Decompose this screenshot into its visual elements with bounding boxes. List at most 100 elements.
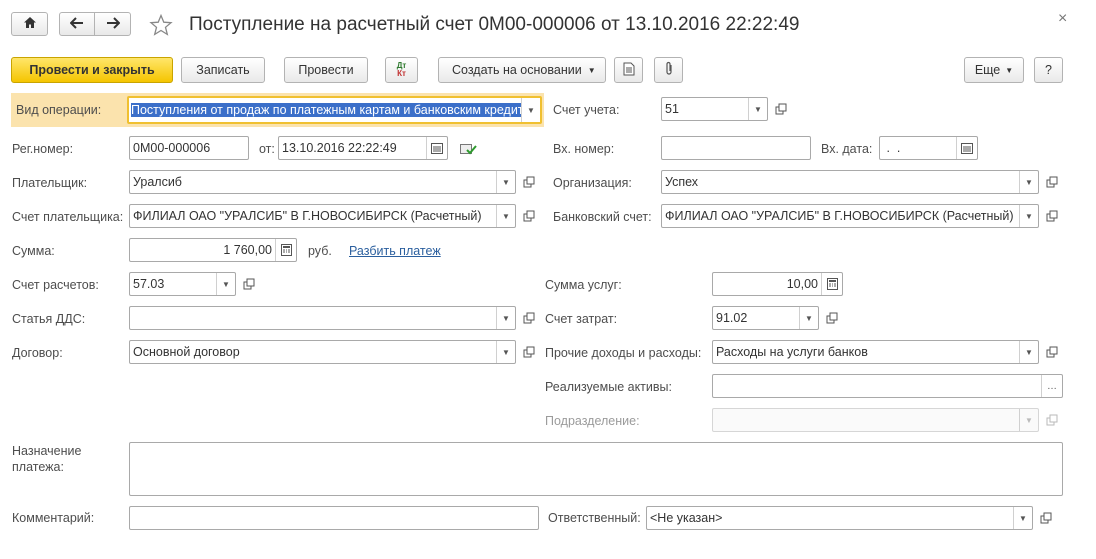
other-income-field[interactable]: Расходы на услуги банков ▼ [712, 340, 1039, 364]
responsible-value: <Не указан> [650, 511, 723, 525]
responsible-field[interactable]: <Не указан> ▼ [646, 506, 1033, 530]
open-icon[interactable] [1043, 207, 1061, 225]
create-based-on-button[interactable]: Создать на основании ▼ [438, 57, 606, 83]
calendar-icon[interactable] [956, 137, 977, 159]
account-value: 51 [665, 102, 679, 116]
home-button[interactable] [11, 12, 48, 36]
open-icon[interactable] [1043, 343, 1061, 361]
date-check-icon[interactable] [459, 140, 477, 158]
organization-field[interactable]: Успех ▼ [661, 170, 1039, 194]
in-number-field[interactable] [661, 136, 811, 160]
reg-number-value: 0М00-000006 [133, 141, 211, 155]
operation-type-label: Вид операции: [16, 103, 102, 117]
settlement-account-value: 57.03 [133, 277, 165, 291]
chevron-down-icon: ▼ [1005, 65, 1014, 75]
reg-date-field[interactable]: 13.10.2016 22:22:49 [278, 136, 448, 160]
purpose-textarea[interactable] [129, 442, 1063, 496]
open-icon[interactable] [520, 343, 538, 361]
expense-account-label: Счет затрат: [545, 312, 618, 326]
back-button[interactable] [59, 12, 95, 36]
bank-account-field[interactable]: ФИЛИАЛ ОАО "УРАЛСИБ" В Г.НОВОСИБИРСК (Ра… [661, 204, 1039, 228]
paperclip-icon [664, 61, 674, 79]
contract-label: Договор: [12, 346, 63, 360]
payer-field[interactable]: Уралсиб ▼ [129, 170, 516, 194]
account-field[interactable]: 51 ▼ [661, 97, 768, 121]
payer-account-value: ФИЛИАЛ ОАО "УРАЛСИБ" В Г.НОВОСИБИРСК (Ра… [133, 209, 482, 223]
amount-field[interactable]: 1 760,00 [129, 238, 297, 262]
calendar-icon[interactable] [426, 137, 447, 159]
open-icon[interactable] [1037, 509, 1055, 527]
chevron-down-icon[interactable]: ▼ [496, 205, 515, 227]
dt-kt-button[interactable]: Дт Кт [385, 57, 418, 83]
services-amount-field[interactable]: 10,00 [712, 272, 843, 296]
chevron-down-icon[interactable]: ▼ [799, 307, 818, 329]
services-amount-label: Сумма услуг: [545, 278, 622, 292]
services-amount-value: 10,00 [786, 277, 818, 291]
open-icon[interactable] [823, 309, 841, 327]
other-income-label: Прочие доходы и расходы: [545, 346, 702, 360]
forward-button[interactable] [94, 12, 131, 36]
calculator-icon[interactable] [821, 273, 842, 295]
comment-field[interactable] [129, 506, 539, 530]
save-button[interactable]: Записать [181, 57, 265, 83]
currency-label: руб. [308, 244, 332, 258]
help-button[interactable]: ? [1034, 57, 1063, 83]
open-icon[interactable] [772, 100, 790, 118]
open-icon[interactable] [520, 173, 538, 191]
chevron-down-icon[interactable]: ▼ [521, 98, 540, 122]
chevron-down-icon[interactable]: ▼ [1019, 341, 1038, 363]
post-button[interactable]: Провести [284, 57, 368, 83]
chevron-down-icon[interactable]: ▼ [216, 273, 235, 295]
purpose-label-line2: платежа: [12, 460, 64, 474]
dt-kt-icon: Дт Кт [397, 62, 407, 78]
open-icon[interactable] [240, 275, 258, 293]
settlement-account-field[interactable]: 57.03 ▼ [129, 272, 236, 296]
home-icon [23, 16, 37, 32]
payer-account-label: Счет плательщика: [12, 210, 124, 224]
in-date-field[interactable]: . . [879, 136, 978, 160]
calculator-icon[interactable] [275, 239, 296, 261]
bank-account-value: ФИЛИАЛ ОАО "УРАЛСИБ" В Г.НОВОСИБИРСК (Ра… [665, 209, 1014, 223]
chevron-down-icon: ▼ [1019, 409, 1038, 431]
amount-label: Сумма: [12, 244, 55, 258]
arrow-right-icon [106, 16, 120, 32]
ellipsis-icon[interactable]: … [1041, 375, 1062, 397]
post-and-close-button[interactable]: Провести и закрыть [11, 57, 173, 83]
chevron-down-icon[interactable]: ▼ [496, 171, 515, 193]
open-icon[interactable] [1043, 173, 1061, 191]
payer-account-field[interactable]: ФИЛИАЛ ОАО "УРАЛСИБ" В Г.НОВОСИБИРСК (Ра… [129, 204, 516, 228]
expense-account-value: 91.02 [716, 311, 748, 325]
attach-button[interactable] [654, 57, 683, 83]
split-payment-link[interactable]: Разбить платеж [349, 244, 441, 258]
reg-number-field[interactable]: 0М00-000006 [129, 136, 249, 160]
reg-date-value: 13.10.2016 22:22:49 [282, 141, 397, 155]
organization-label: Организация: [553, 176, 632, 190]
sold-assets-label: Реализуемые активы: [545, 380, 672, 394]
organization-value: Успех [665, 175, 699, 189]
responsible-label: Ответственный: [548, 511, 641, 525]
open-icon[interactable] [520, 207, 538, 225]
chevron-down-icon[interactable]: ▼ [1019, 205, 1038, 227]
chevron-down-icon[interactable]: ▼ [748, 98, 767, 120]
expense-account-field[interactable]: 91.02 ▼ [712, 306, 819, 330]
operation-type-field[interactable]: Поступления от продаж по платежным карта… [127, 96, 542, 124]
contract-value: Основной договор [133, 345, 240, 359]
chevron-down-icon[interactable]: ▼ [1019, 171, 1038, 193]
open-icon[interactable] [520, 309, 538, 327]
open-icon [1043, 411, 1061, 429]
purpose-label-line1: Назначение [12, 444, 82, 458]
amount-value: 1 760,00 [223, 243, 272, 257]
more-button[interactable]: Еще ▼ [964, 57, 1024, 83]
close-icon[interactable]: × [1058, 10, 1067, 28]
chevron-down-icon[interactable]: ▼ [496, 341, 515, 363]
dds-item-field[interactable]: ▼ [129, 306, 516, 330]
print-button[interactable] [614, 57, 643, 83]
document-icon [623, 62, 635, 79]
contract-field[interactable]: Основной договор ▼ [129, 340, 516, 364]
sold-assets-field[interactable]: … [712, 374, 1063, 398]
settlement-account-label: Счет расчетов: [12, 278, 99, 292]
chevron-down-icon[interactable]: ▼ [1013, 507, 1032, 529]
chevron-down-icon[interactable]: ▼ [496, 307, 515, 329]
favorite-star-icon[interactable] [149, 13, 173, 36]
comment-label: Комментарий: [12, 511, 95, 525]
